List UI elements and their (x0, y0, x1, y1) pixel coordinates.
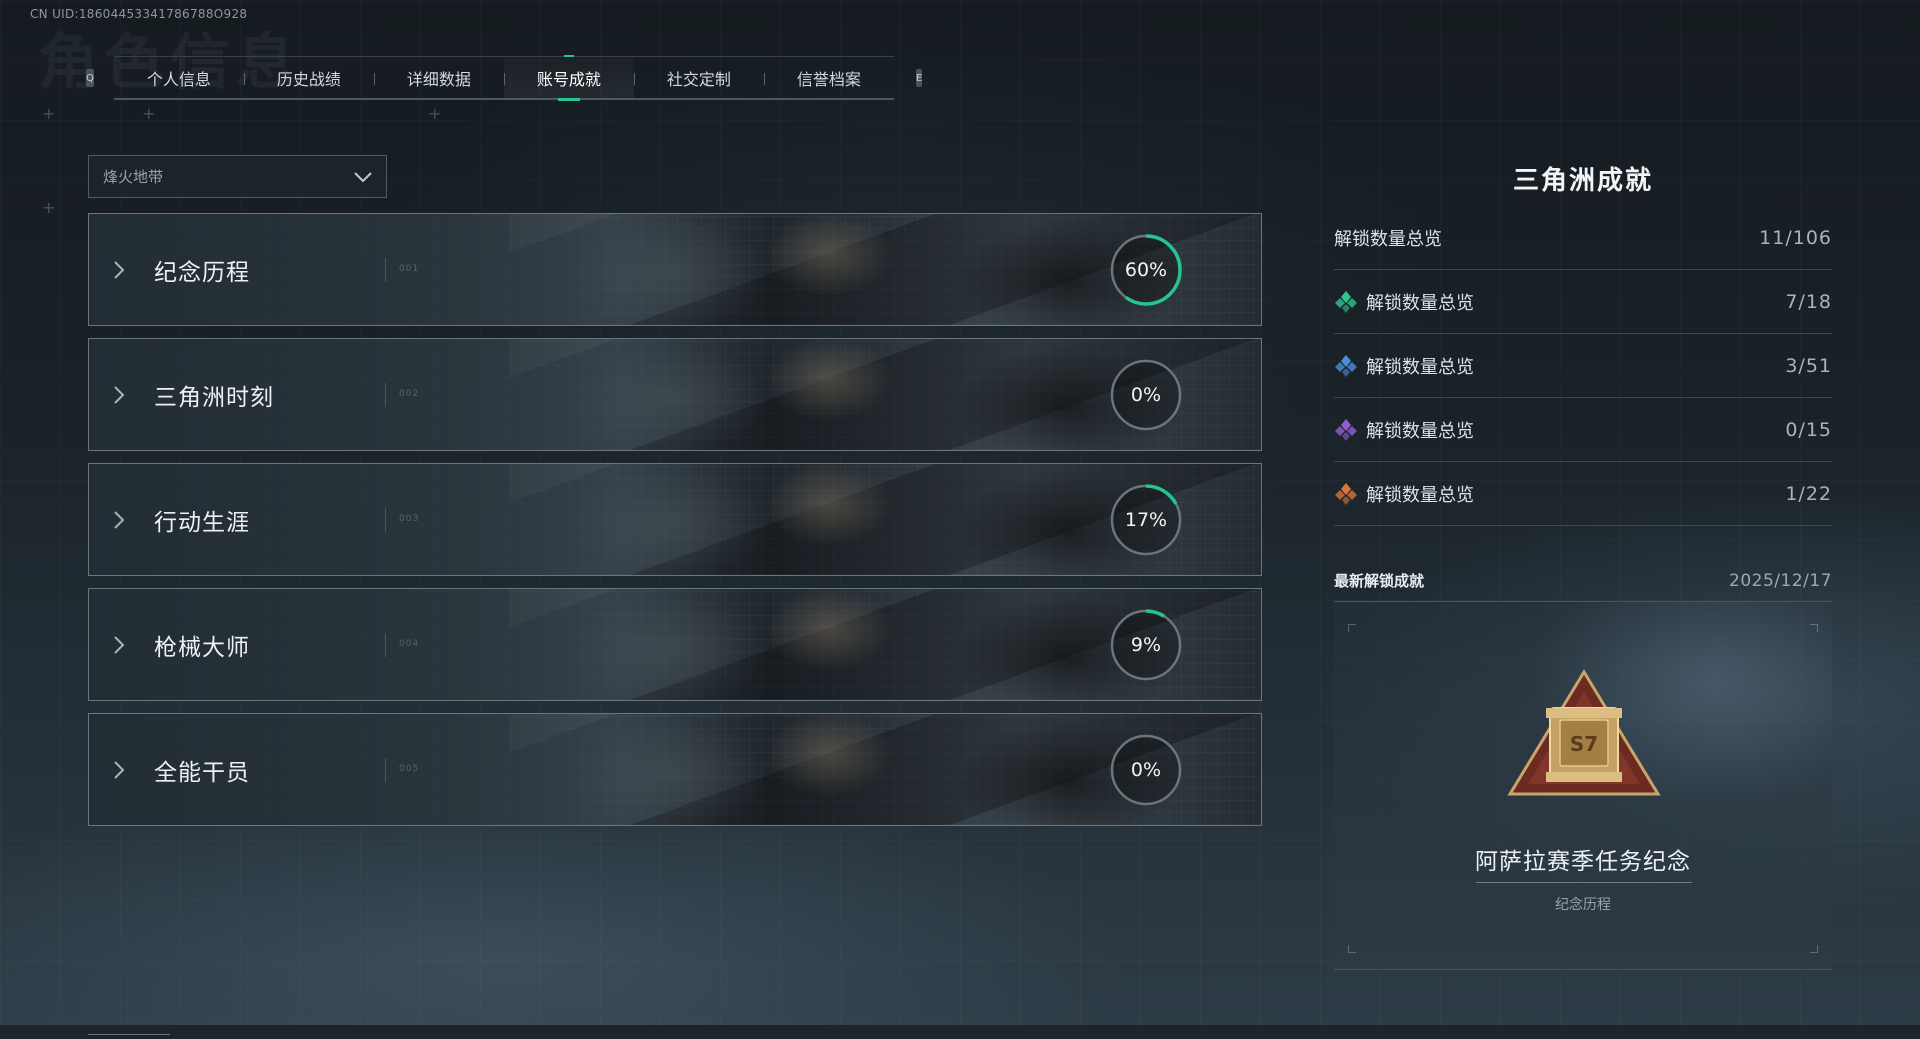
latest-achievement-card[interactable]: S7 阿萨拉赛季任务纪念 纪念历程 (1334, 602, 1832, 970)
progress-percent: 17% (1124, 509, 1168, 531)
category-divider (385, 258, 386, 282)
card-corner (1810, 945, 1818, 953)
tier-label-group: 解锁数量总览 (1334, 481, 1474, 507)
latest-achievement-header: 最新解锁成就 2025/12/17 (1334, 570, 1832, 602)
tier-unlock-row: 解锁数量总览 0/15 (1334, 398, 1832, 462)
tier-value: 1/22 (1785, 482, 1832, 505)
category-name: 纪念历程 (154, 259, 250, 286)
latest-achievement-date: 2025/12/17 (1729, 570, 1832, 591)
bottom-tab-indicator (88, 1034, 170, 1039)
category-index: 001 (399, 264, 420, 274)
mode-select[interactable]: 烽火地带 (88, 155, 387, 198)
tab-achievements-label: 账号成就 (536, 69, 601, 89)
tier-value: 0/15 (1785, 418, 1832, 441)
tier-value: 3/51 (1785, 354, 1832, 377)
latest-achievement-heading: 最新解锁成就 (1334, 572, 1425, 590)
tab-achievements[interactable]: 账号成就 (503, 55, 634, 101)
category-divider (385, 508, 386, 532)
progress-percent: 0% (1130, 759, 1162, 781)
tier-value: 7/18 (1785, 290, 1832, 313)
achievement-summary-panel: 三角洲成就 解锁数量总览 11/106 解锁数量总览 7/18 解锁数量总览 3/51… (1334, 160, 1832, 970)
next-tab-key[interactable]: E (915, 69, 923, 87)
category-name: 行动生涯 (154, 509, 250, 536)
category-divider (385, 383, 386, 407)
orange-gem-icon (1335, 482, 1357, 505)
tab-match-history[interactable]: 历史战绩 (243, 57, 374, 98)
category-divider (385, 633, 386, 657)
mode-select-value: 烽火地带 (103, 168, 164, 186)
total-unlock-label: 解锁数量总览 (1334, 228, 1442, 250)
chevron-down-icon (354, 171, 372, 182)
chevron-right-icon (114, 261, 125, 279)
category-name: 三角洲时刻 (154, 384, 274, 411)
progress-percent: 60% (1124, 259, 1168, 281)
tier-label: 解锁数量总览 (1366, 420, 1474, 442)
blue-gem-icon (1335, 354, 1357, 377)
chevron-right-icon (114, 511, 125, 529)
chevron-right-icon (114, 386, 125, 404)
tier-unlock-row: 解锁数量总览 3/51 (1334, 334, 1832, 398)
tier-label: 解锁数量总览 (1366, 292, 1474, 314)
category-name: 全能干员 (154, 759, 250, 786)
category-divider (385, 758, 386, 782)
total-unlock-row: 解锁数量总览 11/106 (1334, 206, 1832, 270)
green-gem-icon (1335, 290, 1357, 313)
achievement-category-row[interactable]: 行动生涯 003 17% (88, 463, 1262, 576)
tier-label-group: 解锁数量总览 (1334, 417, 1474, 443)
crosshair-icon: + (42, 198, 56, 217)
tier-label: 解锁数量总览 (1366, 484, 1474, 506)
achievement-category-row[interactable]: 全能干员 005 0% (88, 713, 1262, 826)
crosshair-icon: + (142, 104, 156, 123)
tier-unlock-row: 解锁数量总览 7/18 (1334, 270, 1832, 334)
active-tab-marker (563, 55, 574, 57)
category-name: 枪械大师 (154, 634, 250, 661)
latest-achievement-category: 纪念历程 (1555, 897, 1611, 913)
tab-credit-record[interactable]: 信誉档案 (763, 57, 894, 98)
achievement-category-row[interactable]: 三角洲时刻 002 0% (88, 338, 1262, 451)
card-corner (1348, 624, 1356, 632)
latest-achievement-name: 阿萨拉赛季任务纪念 (1475, 849, 1691, 875)
category-index: 003 (399, 514, 420, 524)
achievement-category-row[interactable]: 纪念历程 001 60% (88, 213, 1262, 326)
category-index: 002 (399, 389, 420, 399)
chevron-right-icon (114, 761, 125, 779)
uid-label: CN UID:18604453341786788O928 (30, 7, 248, 21)
tab-bar: Q 个人信息 历史战绩 详细数据 账号成就 社交定制 信誉档案 E (86, 55, 923, 101)
purple-gem-icon (1335, 418, 1357, 441)
tier-label: 解锁数量总览 (1366, 356, 1474, 378)
season-badge-icon: S7 (1507, 669, 1661, 796)
progress-percent: 0% (1130, 384, 1162, 406)
category-index: 004 (399, 639, 420, 649)
tier-unlock-row: 解锁数量总览 1/22 (1334, 462, 1832, 526)
achievement-category-row[interactable]: 枪械大师 004 9% (88, 588, 1262, 701)
total-unlock-value: 11/106 (1759, 226, 1832, 249)
tab-list: 个人信息 历史战绩 详细数据 账号成就 社交定制 信誉档案 (113, 55, 894, 101)
crosshair-icon: + (428, 104, 442, 123)
category-index: 005 (399, 764, 420, 774)
card-corner (1810, 624, 1818, 632)
achievement-category-list: 纪念历程 001 60% 三角洲时刻 002 0% 行动生涯 003 17% 枪械大师 004 9% 全… (88, 213, 1262, 838)
panel-title: 三角洲成就 (1512, 166, 1653, 196)
tab-detailed-stats[interactable]: 详细数据 (373, 57, 504, 98)
bottom-bar (0, 1025, 1920, 1039)
prev-tab-key[interactable]: Q (86, 69, 94, 87)
badge-text: S7 (1570, 732, 1598, 756)
crosshair-icon: + (42, 104, 56, 123)
tier-label-group: 解锁数量总览 (1334, 289, 1474, 315)
progress-percent: 9% (1130, 634, 1162, 656)
tier-label-group: 解锁数量总览 (1334, 353, 1474, 379)
tab-social-custom[interactable]: 社交定制 (633, 57, 764, 98)
tab-personal-info[interactable]: 个人信息 (114, 57, 244, 98)
card-corner (1348, 945, 1356, 953)
achievement-name-underline (1476, 882, 1692, 883)
chevron-right-icon (114, 636, 125, 654)
